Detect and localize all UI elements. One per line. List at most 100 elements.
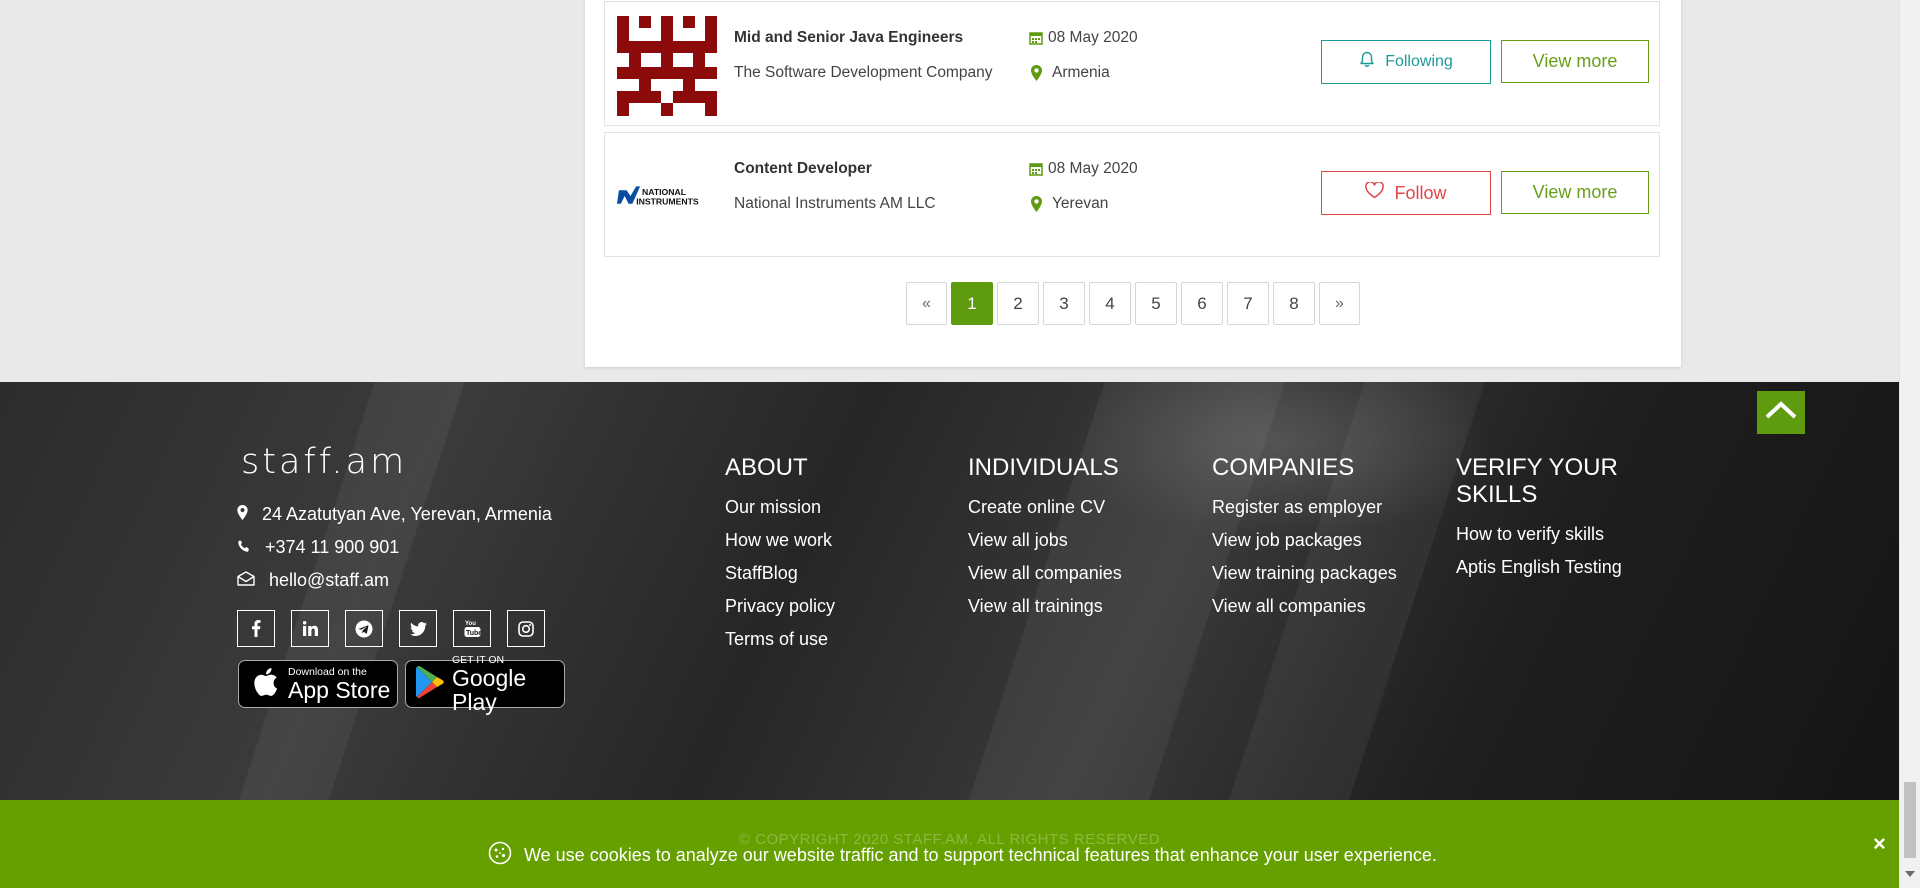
page-4-button[interactable]: 4: [1089, 282, 1131, 325]
social-links: You Tube: [237, 610, 545, 647]
footer-phone-text[interactable]: +374 11 900 901: [265, 537, 399, 558]
footer-col-title: COMPANIES: [1212, 454, 1355, 481]
job-location: Armenia: [1028, 64, 1110, 82]
job-location-text: Armenia: [1052, 64, 1110, 81]
page-next-button[interactable]: »: [1319, 282, 1360, 325]
page-scrollbar[interactable]: [1899, 0, 1920, 888]
scroll-to-top-button[interactable]: [1757, 391, 1805, 434]
view-more-button[interactable]: View more: [1501, 171, 1649, 214]
job-location-text: Yerevan: [1052, 195, 1109, 212]
calendar-icon: [1028, 161, 1044, 177]
map-marker-icon: [1028, 196, 1044, 212]
youtube-icon[interactable]: You Tube: [453, 610, 491, 647]
footer-link[interactable]: How to verify skills: [1456, 518, 1656, 551]
company-name[interactable]: The Software Development Company: [734, 64, 992, 82]
svg-text:INSTRUMENTS: INSTRUMENTS: [636, 197, 699, 207]
footer-phone: +374 11 900 901: [237, 537, 399, 558]
map-marker-icon: [237, 504, 248, 525]
cookie-message-text: We use cookies to analyze our website tr…: [524, 845, 1437, 865]
job-row: Mid and Senior Java Engineers The Softwa…: [604, 1, 1660, 126]
footer-link[interactable]: View all companies: [1212, 590, 1397, 623]
footer-email: hello@staff.am: [237, 570, 389, 591]
follow-label: Follow: [1394, 182, 1447, 203]
view-more-button[interactable]: View more: [1501, 40, 1649, 83]
red-pattern-logo-icon: [617, 16, 717, 116]
twitter-icon[interactable]: [399, 610, 437, 647]
footer-link[interactable]: View all companies: [968, 557, 1122, 590]
chevron-up-icon: [1764, 400, 1798, 425]
company-name[interactable]: National Instruments AM LLC: [734, 195, 936, 213]
footer-col-title: ABOUT: [725, 454, 808, 481]
job-row: NATIONAL INSTRUMENTS Content Developer N…: [604, 132, 1660, 257]
pagination: « 1 2 3 4 5 6 7 8 »: [906, 282, 1360, 325]
page-background: Mid and Senior Java Engineers The Softwa…: [0, 0, 1920, 382]
cookie-icon: [488, 841, 512, 870]
company-logo[interactable]: NATIONAL INSTRUMENTS: [617, 147, 717, 247]
heart-icon: [1365, 181, 1385, 204]
scrollbar-thumb[interactable]: [1904, 782, 1916, 858]
page-2-button[interactable]: 2: [997, 282, 1039, 325]
footer-col-individuals: INDIVIDUALS Create online CV View all jo…: [968, 454, 1122, 623]
footer-link[interactable]: Privacy policy: [725, 590, 835, 623]
job-location: Yerevan: [1028, 195, 1108, 213]
page-1-button[interactable]: 1: [951, 282, 993, 325]
google-play-small-text: GET IT ON: [452, 653, 505, 666]
page-6-button[interactable]: 6: [1181, 282, 1223, 325]
linkedin-icon[interactable]: [291, 610, 329, 647]
svg-text:Tube: Tube: [466, 630, 481, 637]
footer-link[interactable]: Our mission: [725, 491, 835, 524]
company-logo[interactable]: [617, 16, 717, 116]
footer-link[interactable]: View all trainings: [968, 590, 1122, 623]
jobs-list-card: Mid and Senior Java Engineers The Softwa…: [585, 0, 1681, 367]
job-title[interactable]: Content Developer: [734, 160, 872, 178]
footer-col-title: VERIFY YOUR SKILLS: [1456, 454, 1618, 508]
footer-address: 24 Azatutyan Ave, Yerevan, Armenia: [237, 504, 552, 525]
cookie-banner: © COPYRIGHT 2020 STAFF.AM. ALL RIGHTS RE…: [0, 800, 1899, 888]
job-title[interactable]: Mid and Senior Java Engineers: [734, 29, 963, 47]
footer-col-about: ABOUT Our mission How we work StaffBlog …: [725, 454, 835, 656]
page-3-button[interactable]: 3: [1043, 282, 1085, 325]
app-store-button[interactable]: Download on the App Store: [238, 660, 398, 708]
app-store-text: Download on the App Store: [288, 665, 391, 703]
footer-link[interactable]: Terms of use: [725, 623, 835, 656]
job-date-text: 08 May 2020: [1048, 160, 1138, 177]
page-7-button[interactable]: 7: [1227, 282, 1269, 325]
envelope-icon: [237, 570, 255, 591]
footer-col-verify-skills: VERIFY YOUR SKILLS How to verify skills …: [1456, 454, 1656, 584]
footer-link[interactable]: StaffBlog: [725, 557, 835, 590]
svg-text:You: You: [465, 621, 476, 627]
google-play-button[interactable]: GET IT ON Google Play: [405, 654, 565, 714]
job-date: 08 May 2020: [1028, 160, 1138, 178]
scroll-down-arrow-icon[interactable]: [1905, 871, 1915, 877]
telegram-icon[interactable]: [345, 610, 383, 647]
cookie-close-button[interactable]: ×: [1873, 831, 1886, 857]
cookie-message: We use cookies to analyze our website tr…: [488, 841, 1437, 870]
following-label: Following: [1385, 53, 1453, 70]
footer-email-text[interactable]: hello@staff.am: [269, 570, 389, 591]
following-button[interactable]: Following: [1321, 40, 1491, 84]
footer-link[interactable]: View training packages: [1212, 557, 1397, 590]
app-store-small-text: Download on the: [288, 665, 367, 678]
calendar-icon: [1028, 30, 1044, 46]
follow-button[interactable]: Follow: [1321, 171, 1491, 215]
page-5-button[interactable]: 5: [1135, 282, 1177, 325]
bell-icon: [1359, 51, 1375, 73]
footer-address-text: 24 Azatutyan Ave, Yerevan, Armenia: [262, 504, 552, 524]
phone-icon: [237, 537, 251, 558]
footer-link[interactable]: Create online CV: [968, 491, 1122, 524]
app-store-big-text: App Store: [288, 676, 391, 703]
instagram-icon[interactable]: [507, 610, 545, 647]
footer-col-title: INDIVIDUALS: [968, 454, 1119, 481]
page-prev-button[interactable]: «: [906, 282, 947, 325]
footer-link[interactable]: How we work: [725, 524, 835, 557]
apple-icon: [253, 667, 278, 702]
footer-link[interactable]: View all jobs: [968, 524, 1122, 557]
facebook-icon[interactable]: [237, 610, 275, 647]
footer-link[interactable]: Register as employer: [1212, 491, 1397, 524]
footer-link[interactable]: View job packages: [1212, 524, 1397, 557]
footer-logo[interactable]: staff.am: [241, 442, 407, 482]
footer-link[interactable]: Aptis English Testing: [1456, 551, 1656, 584]
google-play-text: GET IT ON Google Play: [452, 653, 564, 714]
page-8-button[interactable]: 8: [1273, 282, 1315, 325]
google-play-icon: [416, 665, 444, 703]
